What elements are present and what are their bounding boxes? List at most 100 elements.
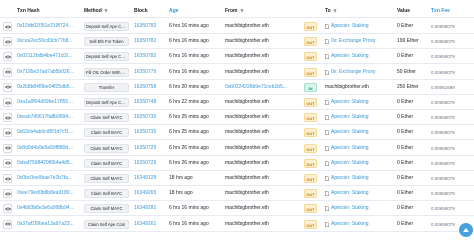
to-label: Apecoin: Staking: [331, 190, 369, 197]
header-value: Value: [397, 8, 411, 14]
txn-hash-link[interactable]: 0x7195e37ad7ab5b0262...: [17, 69, 75, 76]
block-link[interactable]: 16349265: [134, 190, 164, 197]
filter-icon[interactable]: [104, 9, 108, 13]
header-from[interactable]: From: [225, 8, 244, 14]
method-badge: Deposit Self Ape Coi...: [84, 98, 129, 107]
to-address[interactable]: 0x: Exchange Proxy: [325, 69, 390, 76]
to-address[interactable]: Apecoin: Staking: [325, 205, 390, 212]
contract-doc-icon: [325, 54, 329, 60]
view-details-button[interactable]: [3, 52, 12, 62]
header-method-label: Method: [84, 8, 102, 14]
filter-icon[interactable]: [239, 9, 244, 13]
to-address[interactable]: Apecoin: Staking: [325, 23, 390, 30]
method-badge: Deposit Self Ape Coi...: [84, 52, 129, 62]
to-address[interactable]: Apecoin: Staking: [325, 221, 390, 228]
view-details-button[interactable]: [3, 189, 12, 199]
view-details-button[interactable]: [3, 158, 12, 168]
txn-hash-link[interactable]: 0x0bc0ee9bae7e2b7faa1...: [17, 175, 75, 182]
to-label: Apecoin: Staking: [331, 23, 369, 29]
txn-hash-link[interactable]: 0x8d0d4a9e5a59f880d0...: [17, 145, 75, 152]
view-details-button[interactable]: [3, 204, 12, 214]
to-address[interactable]: Apecoin: Staking: [325, 53, 390, 60]
block-link[interactable]: 16350782: [134, 38, 164, 45]
to-label: machibigbrother.eth: [325, 83, 369, 90]
to-address[interactable]: Apecoin: Staking: [325, 129, 390, 136]
view-details-button[interactable]: [3, 98, 12, 107]
block-link[interactable]: 16349281: [134, 205, 164, 212]
txn-hash-link[interactable]: 0x02112bdb4be471d1f...: [17, 53, 75, 60]
view-details-button[interactable]: [3, 219, 12, 229]
scroll-to-top-button[interactable]: [459, 223, 473, 237]
header-txn-fee[interactable]: Txn Fee: [431, 8, 450, 14]
block-link[interactable]: 16350735: [134, 114, 164, 121]
to-address[interactable]: 0x: Exchange Proxy: [325, 38, 390, 45]
view-details-button[interactable]: [3, 128, 12, 138]
block-link[interactable]: 16350779: [134, 69, 164, 76]
header-txn-hash: Txn Hash: [17, 8, 40, 14]
eye-icon: [4, 85, 11, 89]
txn-fee-text: 0.00659079: [431, 206, 455, 212]
txn-hash-link[interactable]: 0xbaf7598420f864a4d5...: [17, 160, 75, 167]
view-details-button[interactable]: [3, 113, 12, 123]
age-text: 6 hrs 16 mins ago: [169, 23, 209, 29]
contract-doc-icon: [325, 160, 329, 166]
table-row: 0x02112bdb4be471d1f... Deposit Self Ape C…: [0, 49, 474, 65]
view-details-button[interactable]: [3, 174, 12, 183]
to-label: Apecoin: Staking: [331, 159, 369, 166]
txn-hash-link[interactable]: 0x2b8b84f0be04f25db5e...: [17, 84, 75, 91]
view-details-button[interactable]: [3, 67, 12, 77]
to-address[interactable]: Apecoin: Staking: [325, 114, 390, 121]
method-badge: Claim Self BAYC: [84, 189, 129, 199]
view-details-button[interactable]: [3, 82, 12, 92]
to-address[interactable]: Apecoin: Staking: [325, 175, 390, 182]
to-address[interactable]: Apecoin: Staking: [325, 190, 390, 197]
txn-hash-link[interactable]: 0xa1a9f04d99be178556f...: [17, 99, 75, 106]
header-to[interactable]: To: [325, 8, 337, 14]
direction-badge: OUT: [304, 128, 317, 138]
from-address: machibigbrother.eth: [225, 23, 269, 29]
age-text: 6 hrs 22 mins ago: [169, 99, 209, 105]
to-address[interactable]: Apecoin: Staking: [325, 145, 390, 152]
to-label: 0x: Exchange Proxy: [331, 38, 376, 45]
block-link[interactable]: 16350782: [134, 23, 164, 30]
txn-hash-link[interactable]: 0xcea2ec56cd3cb77b8...: [17, 38, 75, 45]
txn-hash-link[interactable]: 0xee79ed0b8b8ea9180...: [17, 190, 75, 197]
txn-hash-link[interactable]: 0x4b83b8e3e6a998b94d...: [17, 205, 75, 212]
age-text: 6 hrs 16 mins ago: [169, 38, 209, 45]
txn-hash-link[interactable]: 0x12db02051e219f7240...: [17, 23, 75, 30]
header-age[interactable]: Age: [169, 8, 178, 14]
header-from-label: From: [225, 8, 238, 14]
view-details-button[interactable]: [3, 143, 12, 153]
direction-badge: OUT: [304, 52, 317, 62]
eye-icon: [4, 55, 11, 59]
block-link[interactable]: 16350735: [134, 129, 164, 136]
from-address: machibigbrother.eth: [225, 114, 269, 121]
block-link[interactable]: 16350729: [134, 160, 164, 167]
block-link[interactable]: 16349128: [134, 175, 164, 182]
txn-hash-link[interactable]: 0xeab7d0617fa8b9894e...: [17, 114, 75, 121]
block-link[interactable]: 16349261: [134, 221, 164, 228]
txn-fee-text: 0.00659079: [431, 145, 455, 151]
block-link[interactable]: 16350748: [134, 99, 164, 106]
age-text: 6 hrs 25 mins ago: [169, 129, 209, 136]
filter-icon[interactable]: [333, 9, 337, 13]
view-details-button[interactable]: [3, 22, 12, 31]
to-label: Apecoin: Staking: [331, 99, 369, 105]
txn-hash-link[interactable]: 0x63cb4ab0cd5f1d7cf1e...: [17, 129, 75, 136]
txn-hash-link[interactable]: 0x37af1f9bea13a97a23...: [17, 221, 75, 228]
from-address: machibigbrother.eth: [225, 38, 269, 45]
from-address: machibigbrother.eth: [225, 68, 269, 75]
contract-doc-icon: [325, 115, 329, 121]
view-details-button[interactable]: [3, 37, 12, 47]
header-method[interactable]: Method: [84, 8, 108, 14]
from-address[interactable]: 0xb0224226b9e71ceb1b5...: [225, 84, 295, 91]
txn-fee-text: 0.00659079: [431, 69, 455, 75]
direction-badge: OUT: [304, 37, 317, 47]
to-address[interactable]: Apecoin: Staking: [325, 99, 390, 106]
block-link[interactable]: 16350782: [134, 53, 164, 60]
block-link[interactable]: 16350758: [134, 84, 164, 91]
direction-badge: OUT: [304, 158, 317, 168]
block-link[interactable]: 16350729: [134, 145, 164, 152]
to-address[interactable]: Apecoin: Staking: [325, 160, 390, 167]
table-row: 0x12db02051e219f7240... Deposit Self Ape …: [0, 19, 474, 34]
